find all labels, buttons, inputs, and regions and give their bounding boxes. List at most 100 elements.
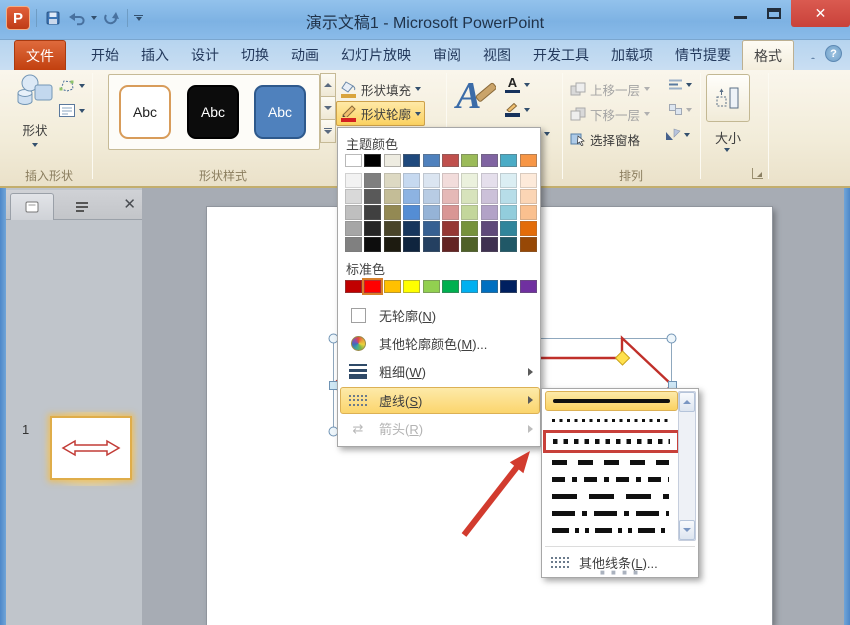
customize-toolbar-icon[interactable] [134, 15, 143, 22]
theme-variant-swatch-3-0[interactable] [403, 173, 420, 188]
chevron-down-icon[interactable] [544, 132, 550, 136]
send-backward-button[interactable]: 下移一层 [566, 103, 653, 125]
tab-slideshow[interactable]: 幻灯片放映 [330, 40, 422, 70]
tab-file[interactable]: 文件 [14, 40, 66, 70]
style-sample-2[interactable]: Abc [187, 85, 239, 139]
close-button[interactable]: ✕ [791, 0, 850, 27]
dash-style-dash[interactable] [545, 454, 678, 471]
theme-variant-swatch-6-0[interactable] [461, 173, 478, 188]
close-panel-icon[interactable]: ✕ [123, 195, 136, 213]
tab-insert[interactable]: 插入 [130, 40, 180, 70]
theme-variant-swatch-2-3[interactable] [384, 221, 401, 236]
menu-item-arrows[interactable]: ⇄箭头(R) [338, 415, 542, 443]
standard-color-swatch-1[interactable] [364, 280, 381, 293]
theme-variant-swatch-9-2[interactable] [520, 205, 537, 220]
standard-color-swatch-0[interactable] [345, 280, 362, 293]
tab-view[interactable]: 视图 [472, 40, 522, 70]
standard-color-swatch-5[interactable] [442, 280, 459, 293]
tab-storyboard[interactable]: 情节提要 [664, 40, 742, 70]
theme-variant-swatch-4-1[interactable] [423, 189, 440, 204]
theme-variant-swatch-8-3[interactable] [500, 221, 517, 236]
theme-color-swatch-5[interactable] [442, 154, 459, 167]
theme-variant-swatch-8-4[interactable] [500, 237, 517, 252]
theme-variant-swatch-6-4[interactable] [461, 237, 478, 252]
shapes-button[interactable]: 形状 [10, 73, 60, 161]
standard-color-swatch-7[interactable] [481, 280, 498, 293]
scrollbar[interactable] [678, 391, 696, 541]
wordart-quick-styles-icon[interactable]: A [452, 72, 496, 123]
theme-variant-swatch-8-0[interactable] [500, 173, 517, 188]
theme-variant-swatch-0-1[interactable] [345, 189, 362, 204]
minimize-button[interactable] [723, 0, 757, 26]
save-icon[interactable] [43, 8, 63, 28]
theme-variant-swatch-1-1[interactable] [364, 189, 381, 204]
standard-color-swatch-8[interactable] [500, 280, 517, 293]
theme-variant-swatch-5-1[interactable] [442, 189, 459, 204]
tab-home[interactable]: 开始 [80, 40, 130, 70]
style-sample-3[interactable]: Abc [254, 85, 306, 139]
standard-color-swatch-4[interactable] [423, 280, 440, 293]
slide-thumbnail-selected[interactable] [44, 412, 138, 486]
shape-outline-button[interactable]: 形状轮廓 [336, 101, 425, 126]
theme-variant-swatch-0-3[interactable] [345, 221, 362, 236]
theme-variant-swatch-3-4[interactable] [403, 237, 420, 252]
standard-color-swatch-6[interactable] [461, 280, 478, 293]
shape-fill-button[interactable]: 形状填充 [337, 78, 424, 100]
dash-style-solid[interactable] [545, 391, 678, 411]
size-dialog-launcher-icon[interactable] [752, 168, 763, 179]
menu-item-no-outline[interactable]: 无轮廓(N) [338, 301, 542, 329]
edit-shape-button[interactable] [58, 78, 85, 93]
gallery-down-icon[interactable] [320, 96, 336, 120]
theme-color-swatch-8[interactable] [500, 154, 517, 167]
redo-icon[interactable] [101, 8, 121, 28]
align-button[interactable] [668, 78, 692, 91]
theme-variant-swatch-7-2[interactable] [481, 205, 498, 220]
theme-variant-swatch-5-2[interactable] [442, 205, 459, 220]
theme-variant-swatch-2-4[interactable] [384, 237, 401, 252]
bring-forward-button[interactable]: 上移一层 [566, 78, 653, 100]
theme-variant-swatch-1-0[interactable] [364, 173, 381, 188]
theme-variant-swatch-1-4[interactable] [364, 237, 381, 252]
dash-style-dash-dot[interactable] [545, 471, 678, 488]
powerpoint-logo-icon[interactable]: P [6, 6, 30, 30]
menu-item-dashes[interactable]: 虚线(S) [338, 386, 542, 414]
theme-variant-swatch-2-2[interactable] [384, 205, 401, 220]
theme-variant-swatch-1-2[interactable] [364, 205, 381, 220]
theme-color-swatch-2[interactable] [384, 154, 401, 167]
theme-variant-swatch-9-0[interactable] [520, 173, 537, 188]
collapse-ribbon-icon[interactable]: ꞈ [811, 48, 815, 59]
tab-design[interactable]: 设计 [180, 40, 230, 70]
theme-variant-swatch-2-0[interactable] [384, 173, 401, 188]
menu-item-weight[interactable]: 粗细(W) [338, 358, 542, 386]
theme-variant-swatch-6-3[interactable] [461, 221, 478, 236]
standard-color-swatch-3[interactable] [403, 280, 420, 293]
dash-style-long-dash[interactable] [545, 488, 678, 505]
scroll-down-icon[interactable] [679, 520, 695, 540]
theme-variant-swatch-9-1[interactable] [520, 189, 537, 204]
theme-variant-swatch-3-3[interactable] [403, 221, 420, 236]
help-icon[interactable]: ? [825, 45, 842, 62]
theme-variant-swatch-4-3[interactable] [423, 221, 440, 236]
maximize-button[interactable] [757, 0, 791, 26]
theme-variant-swatch-8-2[interactable] [500, 205, 517, 220]
group-button[interactable] [668, 103, 692, 116]
rotate-button[interactable] [665, 128, 690, 141]
dash-style-round-dot[interactable] [545, 412, 678, 429]
text-fill-icon[interactable]: A [504, 76, 530, 93]
theme-variant-swatch-3-1[interactable] [403, 189, 420, 204]
theme-variant-swatch-4-0[interactable] [423, 173, 440, 188]
tab-animations[interactable]: 动画 [280, 40, 330, 70]
theme-variant-swatch-4-2[interactable] [423, 205, 440, 220]
scroll-up-icon[interactable] [679, 392, 695, 412]
standard-color-swatch-2[interactable] [384, 280, 401, 293]
tab-review[interactable]: 审阅 [422, 40, 472, 70]
dash-style-square-dot[interactable] [546, 433, 677, 450]
theme-variant-swatch-5-4[interactable] [442, 237, 459, 252]
dash-style-long-dash-dot[interactable] [545, 505, 678, 522]
theme-variant-swatch-7-0[interactable] [481, 173, 498, 188]
theme-color-swatch-3[interactable] [403, 154, 420, 167]
theme-variant-swatch-7-1[interactable] [481, 189, 498, 204]
theme-variant-swatch-8-1[interactable] [500, 189, 517, 204]
tab-addins[interactable]: 加载项 [600, 40, 664, 70]
selection-pane-button[interactable]: 选择窗格 [566, 128, 643, 150]
